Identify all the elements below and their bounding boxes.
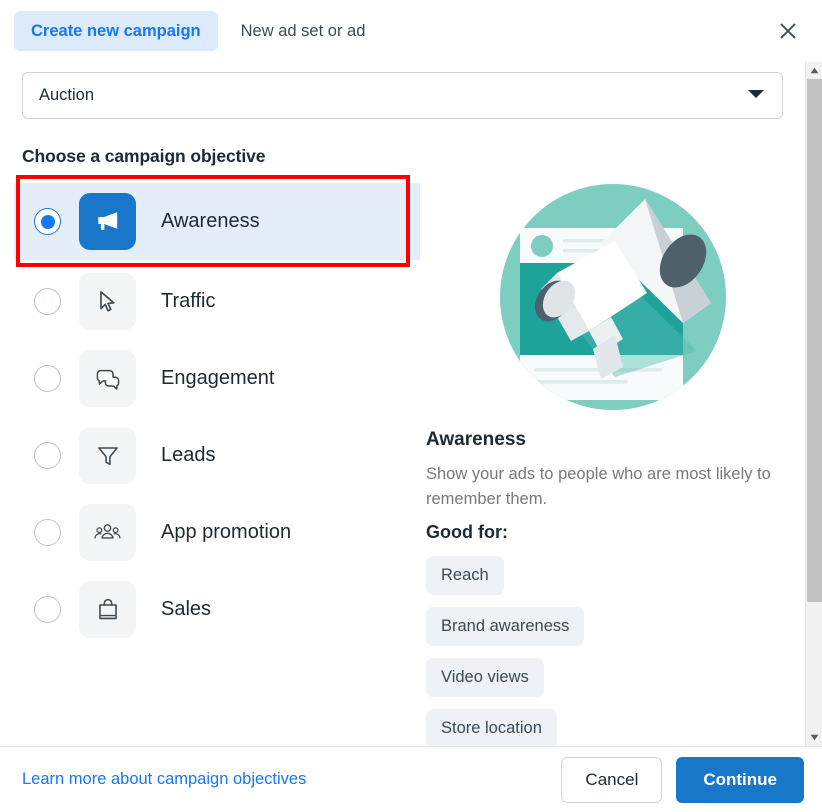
objective-row-awareness[interactable]: Awareness	[14, 183, 420, 260]
objective-label: Traffic	[161, 290, 216, 312]
vertical-scrollbar[interactable]	[805, 62, 822, 746]
objective-label: Leads	[161, 444, 216, 466]
buying-type-select-wrap: Auction	[22, 72, 783, 119]
radio-traffic[interactable]	[34, 288, 61, 315]
radio-engagement[interactable]	[34, 365, 61, 392]
dialog-body: Auction Choose a campaign objective Awar…	[0, 62, 822, 746]
shopping-bag-icon	[98, 598, 117, 619]
objective-list: Awareness Traffic Engagement Leads App p…	[0, 175, 420, 746]
shopping-bag-icon-tile	[79, 581, 136, 638]
chip-store-location: Store location	[426, 708, 557, 746]
radio-app-promotion[interactable]	[34, 519, 61, 546]
radio-sales[interactable]	[34, 596, 61, 623]
scroll-content: Auction Choose a campaign objective Awar…	[0, 62, 805, 746]
close-icon	[780, 23, 796, 39]
chip-video-views: Video views	[426, 657, 544, 697]
megaphone-illustration	[499, 184, 726, 410]
megaphone-icon-tile	[79, 193, 136, 250]
objective-row-app-promotion[interactable]: App promotion	[14, 494, 420, 571]
dialog-footer: Learn more about campaign objectives Can…	[0, 746, 822, 812]
funnel-icon	[97, 446, 118, 465]
dialog-header: Create new campaign New ad set or ad	[0, 0, 822, 62]
triangle-down-icon	[810, 734, 819, 741]
tab-create-new-campaign[interactable]: Create new campaign	[14, 10, 218, 52]
cursor-icon	[100, 291, 115, 312]
preview-title: Awareness	[426, 429, 526, 450]
people-group-icon-tile	[79, 504, 136, 561]
continue-button[interactable]: Continue	[676, 756, 804, 803]
objective-label: Engagement	[161, 367, 275, 389]
chat-bubbles-icon-tile	[79, 350, 136, 407]
learn-more-link[interactable]: Learn more about campaign objectives	[22, 770, 306, 789]
chip-reach: Reach	[426, 555, 504, 595]
section-title: Choose a campaign objective	[22, 146, 266, 166]
people-group-icon	[94, 524, 121, 539]
create-campaign-dialog: Create new campaign New ad set or ad Auc…	[0, 0, 822, 812]
funnel-icon-tile	[79, 427, 136, 484]
radio-awareness[interactable]	[34, 208, 61, 235]
scrollbar-down-button[interactable]	[806, 729, 822, 746]
buying-type-select[interactable]: Auction	[22, 72, 783, 119]
radio-leads[interactable]	[34, 442, 61, 469]
objective-label: Sales	[161, 598, 212, 620]
preview-description: Show your ads to people who are most lik…	[426, 465, 771, 508]
buying-type-value: Auction	[39, 86, 95, 104]
cancel-button[interactable]: Cancel	[561, 756, 663, 803]
tab-new-ad-set-or-ad[interactable]: New ad set or ad	[231, 11, 376, 51]
good-for-chips: Reach Brand awareness Video views Store …	[426, 555, 799, 746]
chat-bubbles-icon	[96, 369, 119, 390]
megaphone-icon	[98, 212, 118, 231]
objective-row-traffic[interactable]: Traffic	[14, 263, 420, 340]
chip-brand-awareness: Brand awareness	[426, 606, 585, 646]
objective-row-sales[interactable]: Sales	[14, 571, 420, 648]
triangle-up-icon	[810, 67, 819, 74]
objective-preview-panel: Awareness Show your ads to people who ar…	[420, 175, 805, 746]
cursor-icon-tile	[79, 273, 136, 330]
awareness-highlight-wrapper: Awareness	[14, 175, 420, 267]
scrollbar-thumb[interactable]	[807, 79, 822, 602]
objective-row-engagement[interactable]: Engagement	[14, 340, 420, 417]
close-button[interactable]	[771, 14, 805, 48]
scrollbar-up-button[interactable]	[806, 62, 822, 79]
objective-label: App promotion	[161, 521, 292, 543]
good-for-label: Good for:	[426, 521, 508, 542]
objective-row-leads[interactable]: Leads	[14, 417, 420, 494]
objective-label: Awareness	[161, 210, 260, 232]
objective-columns: Awareness Traffic Engagement Leads App p…	[0, 175, 805, 746]
illustration-wrap	[426, 175, 799, 413]
